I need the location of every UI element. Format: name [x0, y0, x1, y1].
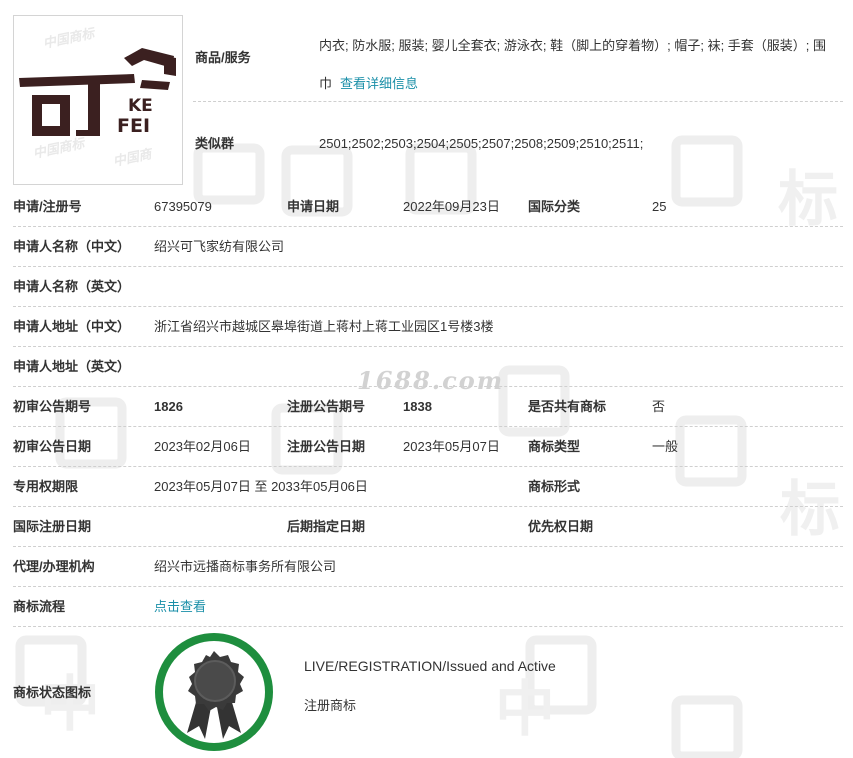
process-label: 商标流程 [13, 599, 66, 614]
exclusive-label: 专用权期限 [13, 479, 79, 494]
prelim-date-label: 初审公告日期 [13, 439, 92, 454]
exclusive-value: 2023年05月07日 至 2033年05月06日 [154, 479, 368, 494]
divider [13, 266, 843, 267]
similar-group-label: 类似群 [195, 136, 235, 151]
reg-date-value: 2023年05月07日 [403, 439, 500, 454]
divider [13, 506, 843, 507]
trademark-logo-image: 中国商标 中国商标 中国商 KE FEI [19, 25, 176, 170]
svg-text:中国商: 中国商 [112, 146, 155, 170]
registered-award-icon [153, 631, 275, 753]
applicant-en-label: 申请人名称（英文） [13, 279, 131, 294]
divider [13, 626, 843, 627]
intl-class-label: 国际分类 [528, 199, 581, 214]
goods-value: 内衣; 防水服; 服装; 婴儿全套衣; 游泳衣; 鞋（脚上的穿着物）; 帽子; … [319, 27, 834, 103]
status-text-cn: 注册商标 [304, 698, 357, 713]
divider [13, 306, 843, 307]
svg-text:中国商标: 中国商标 [42, 25, 98, 52]
tm-form-label: 商标形式 [528, 479, 581, 494]
prelim-issue-label: 初审公告期号 [13, 399, 92, 414]
divider [13, 466, 843, 467]
reg-no-value: 67395079 [154, 199, 212, 214]
divider [13, 426, 843, 427]
tm-type-value: 一般 [652, 439, 679, 454]
applicant-cn-value: 绍兴可飞家纺有限公司 [154, 239, 285, 254]
logo-text-bottom: FEI [117, 115, 150, 137]
reg-issue-label: 注册公告期号 [287, 399, 366, 414]
agent-value: 绍兴市远播商标事务所有限公司 [154, 559, 337, 574]
apply-date-label: 申请日期 [287, 199, 340, 214]
status-text-en: LIVE/REGISTRATION/Issued and Active [304, 658, 556, 674]
prelim-issue-value: 1826 [154, 399, 183, 414]
reg-no-label: 申请/注册号 [13, 199, 82, 214]
reg-date-label: 注册公告日期 [287, 439, 366, 454]
logo-text-top: KE [128, 96, 153, 116]
status-icon-label: 商标状态图标 [13, 685, 92, 700]
shared-value: 否 [652, 399, 666, 414]
trademark-detail: 中国商标 中国商标 中国商 KE FEI 商品/服务 内衣; 防水服; 服装; … [0, 0, 853, 758]
reg-issue-value: 1838 [403, 399, 432, 414]
intl-reg-date-label: 国际注册日期 [13, 519, 92, 534]
goods-label: 商品/服务 [195, 50, 251, 65]
divider [13, 226, 843, 227]
tm-type-label: 商标类型 [528, 439, 581, 454]
agent-label: 代理/办理机构 [13, 559, 95, 574]
process-link[interactable]: 点击查看 [154, 597, 206, 617]
divider [13, 386, 843, 387]
similar-group-value: 2501;2502;2503;2504;2505;2507;2508;2509;… [319, 136, 644, 151]
shared-label: 是否共有商标 [528, 399, 607, 414]
priority-date-label: 优先权日期 [528, 519, 594, 534]
applicant-cn-label: 申请人名称（中文） [13, 239, 131, 254]
later-date-label: 后期指定日期 [287, 519, 366, 534]
apply-date-value: 2022年09月23日 [403, 199, 500, 214]
svg-text:中国商标: 中国商标 [32, 135, 88, 162]
site-watermark: 1688.com [357, 366, 505, 395]
divider [193, 101, 843, 102]
intl-class-value: 25 [652, 199, 667, 214]
goods-detail-link[interactable]: 查看详细信息 [340, 76, 418, 91]
address-en-label: 申请人地址（英文） [13, 359, 131, 374]
address-cn-label: 申请人地址（中文） [13, 319, 131, 334]
prelim-date-value: 2023年02月06日 [154, 439, 251, 454]
divider [13, 346, 843, 347]
divider [13, 546, 843, 547]
trademark-logo: 中国商标 中国商标 中国商 KE FEI [13, 15, 183, 185]
address-cn-value: 浙江省绍兴市越城区皋埠街道上蒋村上蒋工业园区1号楼3楼 [154, 319, 494, 334]
divider [13, 586, 843, 587]
